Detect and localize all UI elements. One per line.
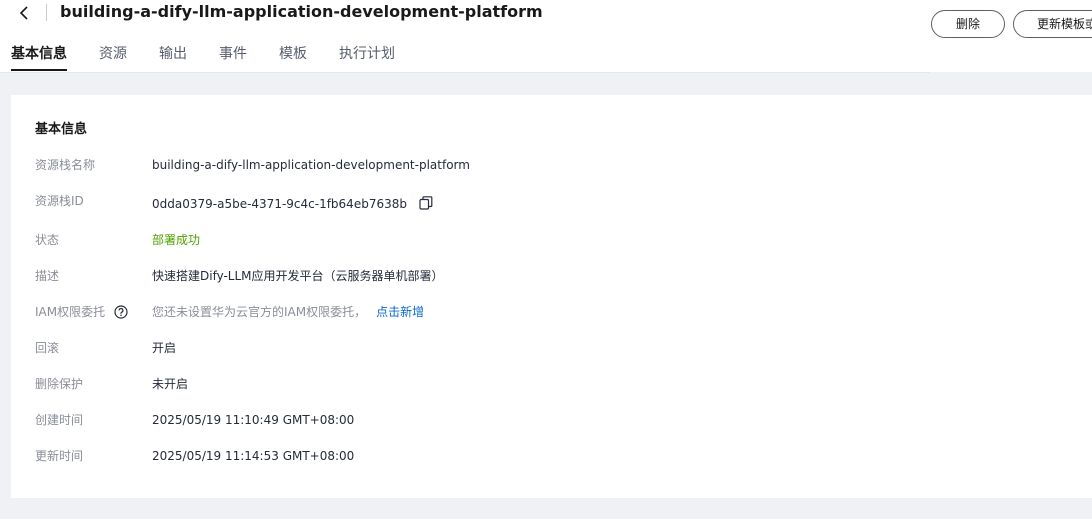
info-row-updated-at: 更新时间 2025/05/19 11:14:53 GMT+08:00: [11, 446, 1092, 466]
stack-id-value: 0dda0379-a5be-4371-9c4c-1fb64eb7638b: [152, 197, 407, 211]
info-row-stack-id: 资源栈ID 0dda0379-a5be-4371-9c4c-1fb64eb763…: [11, 191, 1092, 211]
iam-agency-label: IAM权限委托: [35, 305, 106, 319]
tab-resources[interactable]: 资源: [99, 44, 127, 64]
status-label: 状态: [35, 233, 60, 247]
delete-protection-value: 未开启: [152, 377, 189, 391]
status-value: 部署成功: [152, 233, 201, 247]
add-iam-agency-link[interactable]: 点击新增: [376, 305, 424, 319]
created-at-value: 2025/05/19 11:10:49 GMT+08:00: [152, 413, 355, 427]
info-row-iam-agency: IAM权限委托 您还未设置华为云官方的IAM权限委托， 点击新增: [11, 302, 1092, 322]
iam-agency-value-wrap: 您还未设置华为云官方的IAM权限委托， 点击新增: [152, 302, 424, 322]
rollback-value: 开启: [152, 341, 177, 355]
tab-outputs[interactable]: 输出: [159, 44, 187, 64]
page-header: building-a-dify-llm-application-developm…: [0, 0, 1092, 73]
stack-name-value: building-a-dify-llm-application-developm…: [152, 158, 470, 172]
updated-at-label: 更新时间: [35, 449, 84, 463]
chevron-left-icon: [19, 6, 28, 20]
info-row-created-at: 创建时间 2025/05/19 11:10:49 GMT+08:00: [11, 410, 1092, 430]
description-value: 快速搭建Dify-LLM应用开发平台（云服务器单机部署）: [152, 269, 444, 283]
iam-agency-value: 您还未设置华为云官方的IAM权限委托，: [152, 305, 367, 319]
back-button[interactable]: [13, 2, 35, 24]
stack-name-label: 资源栈名称: [35, 158, 96, 172]
tab-basic-info[interactable]: 基本信息: [11, 44, 67, 64]
info-row-stack-name: 资源栈名称 building-a-dify-llm-application-de…: [11, 155, 1092, 175]
active-tab-indicator: [11, 69, 67, 71]
page-title: building-a-dify-llm-application-developm…: [60, 2, 543, 21]
title-divider: [46, 4, 47, 21]
tab-execution-plan[interactable]: 执行计划: [339, 44, 395, 64]
tab-template[interactable]: 模板: [279, 44, 307, 64]
delete-protection-label: 删除保护: [35, 377, 84, 391]
description-label: 描述: [35, 269, 60, 283]
info-row-status: 状态 部署成功: [11, 230, 1092, 250]
created-at-label: 创建时间: [35, 413, 84, 427]
updated-at-value: 2025/05/19 11:14:53 GMT+08:00: [152, 449, 355, 463]
update-template-button[interactable]: 更新模板或参数: [1013, 10, 1092, 38]
tab-events[interactable]: 事件: [219, 44, 247, 64]
stack-id-label: 资源栈ID: [35, 194, 84, 208]
basic-info-card: 基本信息 资源栈名称 building-a-dify-llm-applicati…: [11, 95, 1092, 498]
help-circle-icon[interactable]: [114, 305, 128, 319]
delete-button[interactable]: 删除: [931, 10, 1005, 38]
info-row-description: 描述 快速搭建Dify-LLM应用开发平台（云服务器单机部署）: [11, 266, 1092, 286]
tab-bar: 基本信息 资源 输出 事件 模板 执行计划: [0, 41, 930, 73]
rollback-label: 回滚: [35, 341, 60, 355]
info-row-rollback: 回滚 开启: [11, 338, 1092, 358]
info-row-delete-protection: 删除保护 未开启: [11, 374, 1092, 394]
copy-icon[interactable]: [419, 196, 433, 210]
stack-id-value-wrap: 0dda0379-a5be-4371-9c4c-1fb64eb7638b: [152, 194, 433, 214]
section-title: 基本信息: [35, 122, 88, 137]
